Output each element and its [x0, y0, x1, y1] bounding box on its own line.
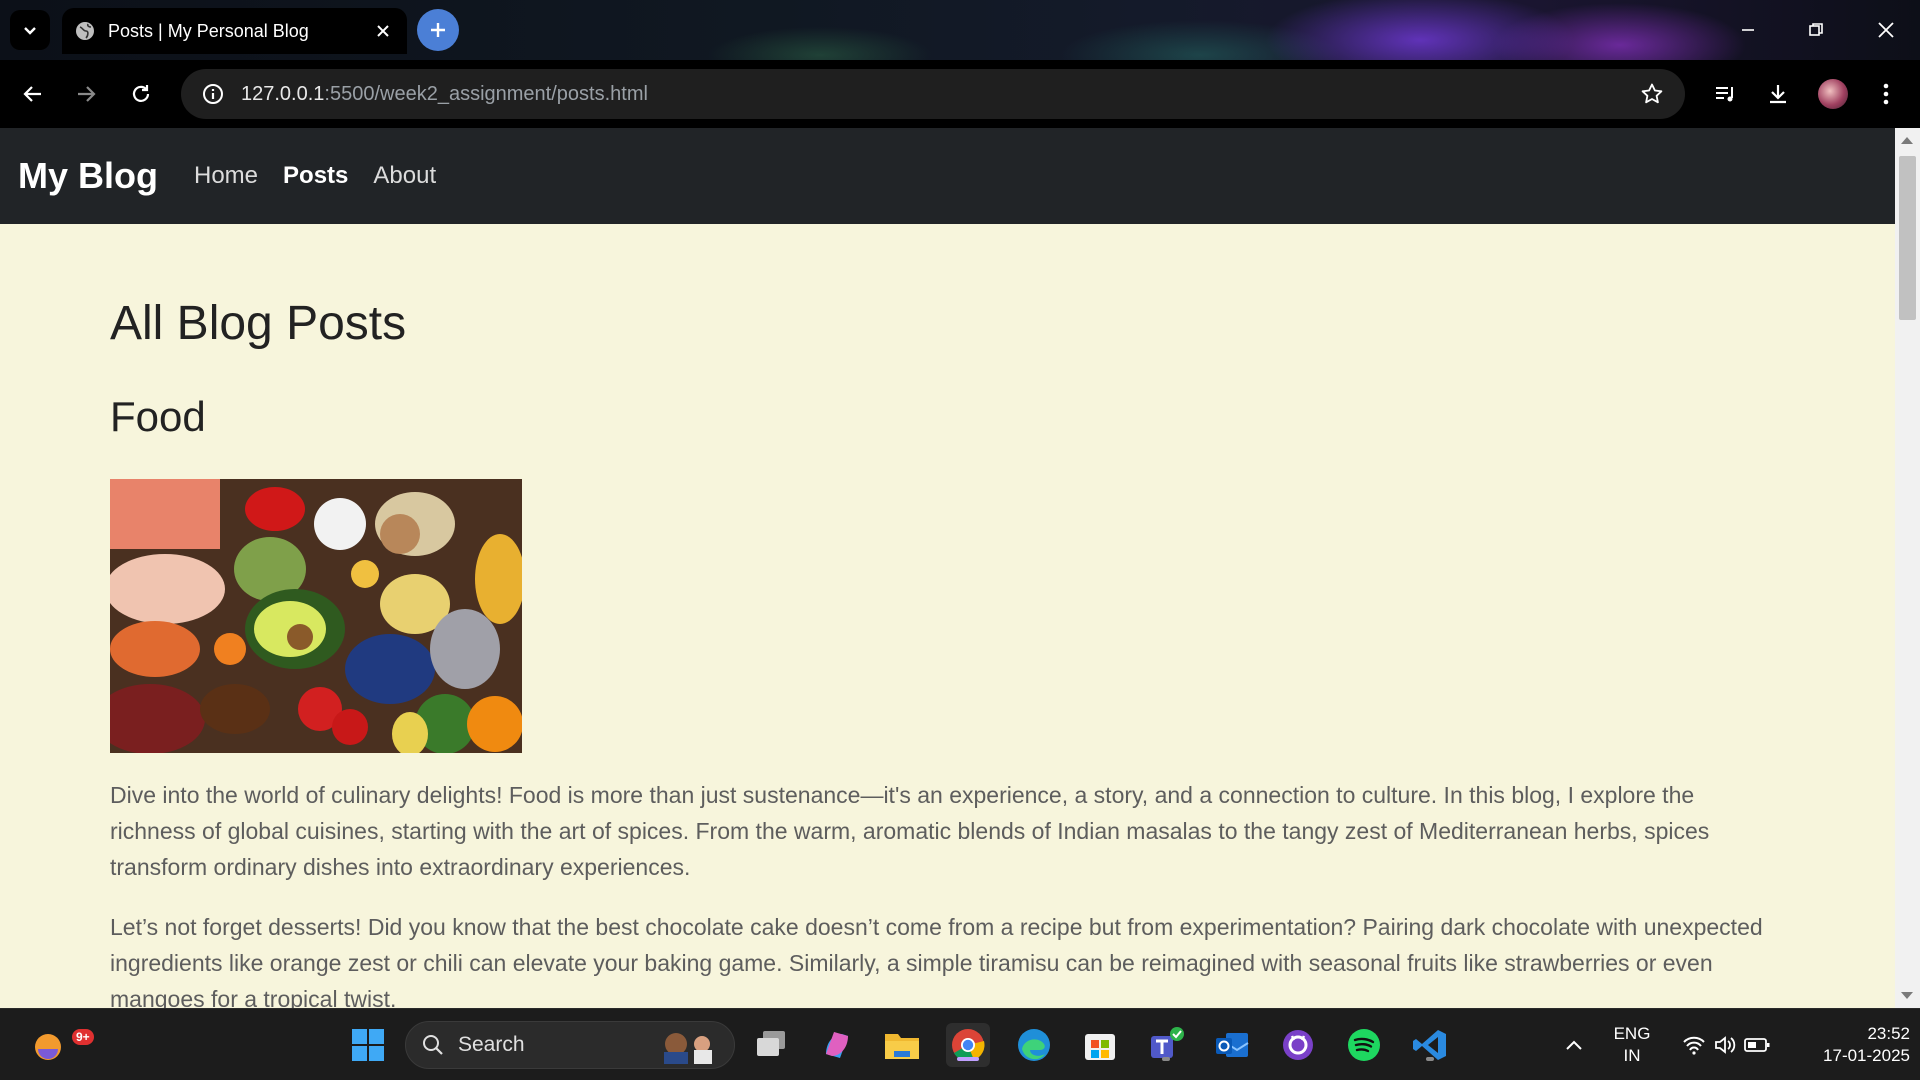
browser-tab-active[interactable]: Posts | My Personal Blog	[62, 8, 407, 54]
site-info-icon[interactable]	[199, 80, 227, 108]
tab-title: Posts | My Personal Blog	[108, 20, 309, 41]
minimize-button[interactable]	[1714, 0, 1782, 60]
nav-link-home[interactable]: Home	[194, 162, 258, 190]
tab-search-button[interactable]	[10, 10, 50, 50]
download-icon	[1770, 85, 1786, 104]
windows-taskbar: 9+ Search ENG IN 23:52 17-01-2025	[0, 1008, 1920, 1080]
site-navbar: My Blog Home Posts About	[0, 128, 1895, 224]
main-content: All Blog Posts Food Dive into the world …	[0, 296, 1895, 1008]
scrollbar-thumb[interactable]	[1899, 156, 1916, 320]
volume-icon	[1715, 1036, 1736, 1054]
running-app-indicator	[1426, 1057, 1434, 1061]
post-title: Food	[110, 393, 206, 440]
language-code: ENG	[1613, 1024, 1651, 1043]
browser-menu-button[interactable]	[1864, 72, 1908, 116]
scroll-down-arrow-icon[interactable]	[1901, 992, 1913, 999]
url-path: :5500/week2_assignment/posts.html	[324, 82, 648, 105]
widgets-button[interactable]: 9+	[26, 1023, 94, 1067]
active-app-indicator	[957, 1057, 979, 1061]
github-desktop-button[interactable]	[1276, 1023, 1320, 1067]
chrome-taskbar-button[interactable]	[946, 1023, 990, 1067]
outlook-button[interactable]	[1210, 1023, 1254, 1067]
playlist-icon	[1716, 87, 1733, 102]
store-icon	[1085, 1034, 1115, 1060]
downloads-button[interactable]	[1756, 72, 1800, 116]
reload-button[interactable]	[119, 72, 163, 116]
taskbar-search-box[interactable]: Search	[405, 1021, 735, 1069]
language-indicator[interactable]: ENG IN	[1604, 1023, 1660, 1067]
copilot-icon	[826, 1032, 848, 1058]
site-brand[interactable]: My Blog	[18, 155, 158, 197]
folder-icon	[885, 1034, 919, 1059]
running-app-indicator	[1162, 1057, 1170, 1061]
clock-time: 23:52	[1867, 1024, 1910, 1043]
food-image	[110, 479, 522, 753]
clock-date: 17-01-2025	[1823, 1046, 1910, 1065]
forward-button[interactable]	[64, 72, 108, 116]
start-button[interactable]	[346, 1023, 390, 1067]
url-host: 127.0.0.1	[241, 82, 325, 105]
page-title: All Blog Posts	[110, 297, 407, 350]
nav-link-posts[interactable]: Posts	[283, 162, 348, 190]
teams-button[interactable]	[1144, 1023, 1188, 1067]
region-code: IN	[1623, 1046, 1641, 1065]
profile-avatar[interactable]	[1818, 79, 1848, 109]
address-url[interactable]: 127.0.0.1:5500/week2_assignment/posts.ht…	[241, 83, 1637, 106]
more-vertical-icon	[1883, 83, 1889, 105]
tab-close-icon[interactable]	[371, 19, 395, 43]
copilot-button[interactable]	[815, 1023, 859, 1067]
post-paragraph: Let’s not forget desserts! Did you know …	[110, 914, 1763, 1008]
globe-icon	[76, 22, 94, 40]
nav-link-about[interactable]: About	[373, 162, 436, 190]
quick-settings-button[interactable]	[1666, 1023, 1786, 1067]
spotify-icon	[1348, 1029, 1380, 1061]
battery-icon	[1744, 1038, 1770, 1052]
reload-icon	[132, 85, 150, 102]
spotify-button[interactable]	[1342, 1023, 1386, 1067]
back-button[interactable]	[11, 72, 55, 116]
close-icon	[1878, 22, 1894, 38]
chevron-up-icon	[1566, 1040, 1582, 1050]
address-bar[interactable]: 127.0.0.1:5500/week2_assignment/posts.ht…	[181, 69, 1685, 119]
search-label: Search	[458, 1033, 525, 1056]
edge-icon	[1018, 1029, 1050, 1061]
browser-title-bar: Posts | My Personal Blog	[0, 0, 1920, 60]
arrow-right-icon	[78, 86, 96, 102]
restore-icon	[1809, 23, 1823, 36]
plus-icon	[431, 23, 445, 37]
bookmark-star-icon[interactable]	[1637, 79, 1667, 109]
close-window-button[interactable]	[1852, 0, 1920, 60]
microsoft-store-button[interactable]	[1078, 1023, 1122, 1067]
file-explorer-button[interactable]	[880, 1023, 924, 1067]
new-tab-button[interactable]	[417, 9, 459, 51]
arrow-left-icon	[23, 86, 41, 102]
restore-button[interactable]	[1782, 0, 1850, 60]
page-scrollbar[interactable]	[1895, 128, 1920, 1008]
github-icon	[1283, 1030, 1313, 1060]
vscode-button[interactable]	[1408, 1023, 1452, 1067]
blog-post: Food Dive into the world of culinary del…	[110, 393, 1785, 1008]
notification-badge: 9+	[72, 1029, 94, 1045]
page-viewport: My Blog Home Posts About All Blog Posts …	[0, 128, 1895, 1008]
edge-button[interactable]	[1012, 1023, 1056, 1067]
clock[interactable]: 23:52 17-01-2025	[1790, 1023, 1910, 1067]
browser-toolbar: 127.0.0.1:5500/week2_assignment/posts.ht…	[0, 60, 1920, 128]
post-paragraph: Dive into the world of culinary delights…	[110, 782, 1710, 880]
weather-widget-icon	[35, 1034, 61, 1060]
task-view-button[interactable]	[749, 1023, 793, 1067]
show-hidden-icons-button[interactable]	[1552, 1023, 1596, 1067]
media-controls-button[interactable]	[1703, 72, 1747, 116]
scroll-up-arrow-icon[interactable]	[1901, 137, 1913, 144]
minimize-icon	[1742, 29, 1754, 31]
chevron-down-icon	[24, 27, 36, 35]
outlook-icon	[1216, 1033, 1249, 1057]
windows-logo-icon	[352, 1029, 384, 1061]
search-highlight-illustration-icon	[664, 1033, 712, 1064]
wifi-icon	[1683, 1036, 1705, 1055]
task-view-icon	[757, 1031, 785, 1056]
search-icon	[423, 1035, 443, 1055]
